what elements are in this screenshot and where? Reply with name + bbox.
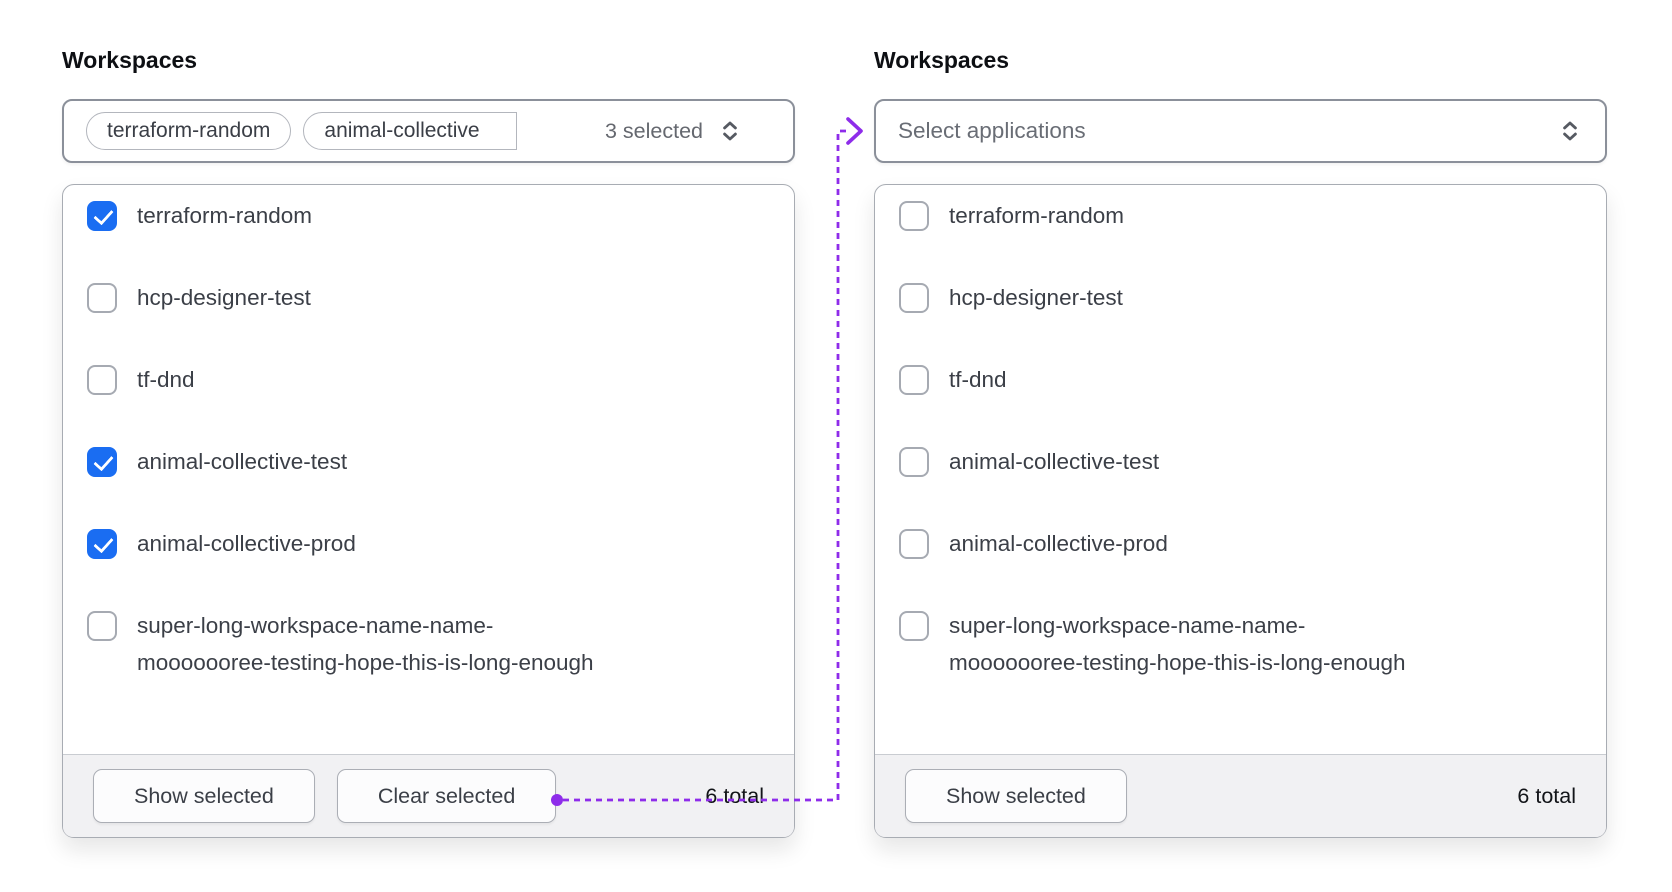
checkbox-checked[interactable]	[87, 529, 117, 559]
workspace-option-label: animal-collective-prod	[137, 531, 356, 556]
workspace-option[interactable]: animal-collective-prod	[63, 513, 794, 595]
checkbox-checked[interactable]	[87, 201, 117, 231]
workspace-option-label: tf-dnd	[137, 367, 195, 392]
chevron-up-down-icon	[717, 118, 743, 144]
right-total-count: 6 total	[1517, 783, 1576, 808]
right-multiselect-trigger[interactable]: Select applications	[874, 99, 1607, 163]
checkbox-unchecked[interactable]	[899, 365, 929, 395]
right-workspaces-group: Workspaces Select applications terraform…	[874, 46, 1607, 838]
show-selected-button[interactable]: Show selected	[93, 769, 315, 823]
left-workspaces-title: Workspaces	[62, 47, 198, 73]
checkbox-unchecked[interactable]	[899, 447, 929, 477]
workspace-option[interactable]: hcp-designer-test	[63, 267, 794, 349]
workspace-option-label: terraform-random	[949, 203, 1125, 228]
checkbox-unchecked[interactable]	[899, 529, 929, 559]
left-listbox-footer: Show selected Clear selected 6 total	[63, 754, 794, 837]
checkbox-unchecked[interactable]	[899, 201, 929, 231]
workspace-option-label: animal-collective-prod	[949, 531, 1168, 556]
right-workspaces-title: Workspaces	[874, 47, 1010, 73]
right-listbox-footer: Show selected 6 total	[875, 754, 1606, 837]
checkbox-unchecked[interactable]	[87, 365, 117, 395]
right-workspaces-listbox: terraform-random hcp-designer-test tf-dnd a…	[874, 184, 1607, 838]
clear-selected-button[interactable]: Clear selected	[336, 769, 557, 823]
workspace-option[interactable]: terraform-random	[875, 185, 1606, 267]
right-options-list: terraform-random hcp-designer-test tf-dnd a…	[875, 185, 1606, 754]
workspace-option[interactable]: tf-dnd	[63, 349, 794, 431]
checkbox-unchecked[interactable]	[899, 283, 929, 313]
workspace-option[interactable]: hcp-designer-test	[875, 267, 1606, 349]
workspace-option-label: hcp-designer-test	[949, 285, 1123, 310]
selection-summary-label: 3 selected	[604, 118, 703, 143]
left-options-list: terraform-random hcp-designer-test tf-dnd a…	[63, 185, 794, 754]
checkbox-unchecked[interactable]	[899, 611, 929, 641]
selected-tag-animal-collective[interactable]: animal-collective	[303, 112, 518, 150]
selected-tag-terraform-random[interactable]: terraform-random	[86, 112, 292, 150]
workspace-option-label: hcp-designer-test	[137, 285, 311, 310]
chevron-up-down-icon	[1557, 118, 1583, 144]
workspace-option[interactable]: animal-collective-prod	[875, 513, 1606, 595]
checkbox-checked[interactable]	[87, 447, 117, 477]
canvas: Workspaces terraform-random animal-colle…	[0, 0, 1672, 892]
flow-arrow-head	[846, 117, 863, 145]
workspace-option-label: super-long-workspace-name-name-moooooore…	[137, 613, 594, 675]
workspace-option-label: animal-collective-test	[137, 449, 348, 474]
workspace-option[interactable]: animal-collective-test	[875, 431, 1606, 513]
workspace-option[interactable]: terraform-random	[63, 185, 794, 267]
workspace-option[interactable]: super-long-workspace-name-name-moooooore…	[63, 595, 794, 714]
workspace-option-label: super-long-workspace-name-name-moooooore…	[949, 613, 1406, 675]
workspace-option-label: animal-collective-test	[949, 449, 1160, 474]
selection-summary: 3 selected	[605, 118, 743, 144]
checkbox-unchecked[interactable]	[87, 611, 117, 641]
workspace-option-label: terraform-random	[137, 203, 313, 228]
show-selected-button[interactable]: Show selected	[905, 769, 1127, 823]
left-total-count: 6 total	[705, 783, 764, 808]
left-multiselect-trigger[interactable]: terraform-random animal-collective 3 sel…	[62, 99, 795, 163]
workspace-option[interactable]: animal-collective-test	[63, 431, 794, 513]
workspace-option[interactable]: tf-dnd	[875, 349, 1606, 431]
left-workspaces-group: Workspaces terraform-random animal-colle…	[62, 46, 795, 838]
left-workspaces-listbox: terraform-random hcp-designer-test tf-dnd a…	[62, 184, 795, 838]
checkbox-unchecked[interactable]	[87, 283, 117, 313]
workspace-option[interactable]: super-long-workspace-name-name-moooooore…	[875, 595, 1606, 714]
select-placeholder: Select applications	[898, 118, 1086, 143]
workspace-option-label: tf-dnd	[949, 367, 1007, 392]
